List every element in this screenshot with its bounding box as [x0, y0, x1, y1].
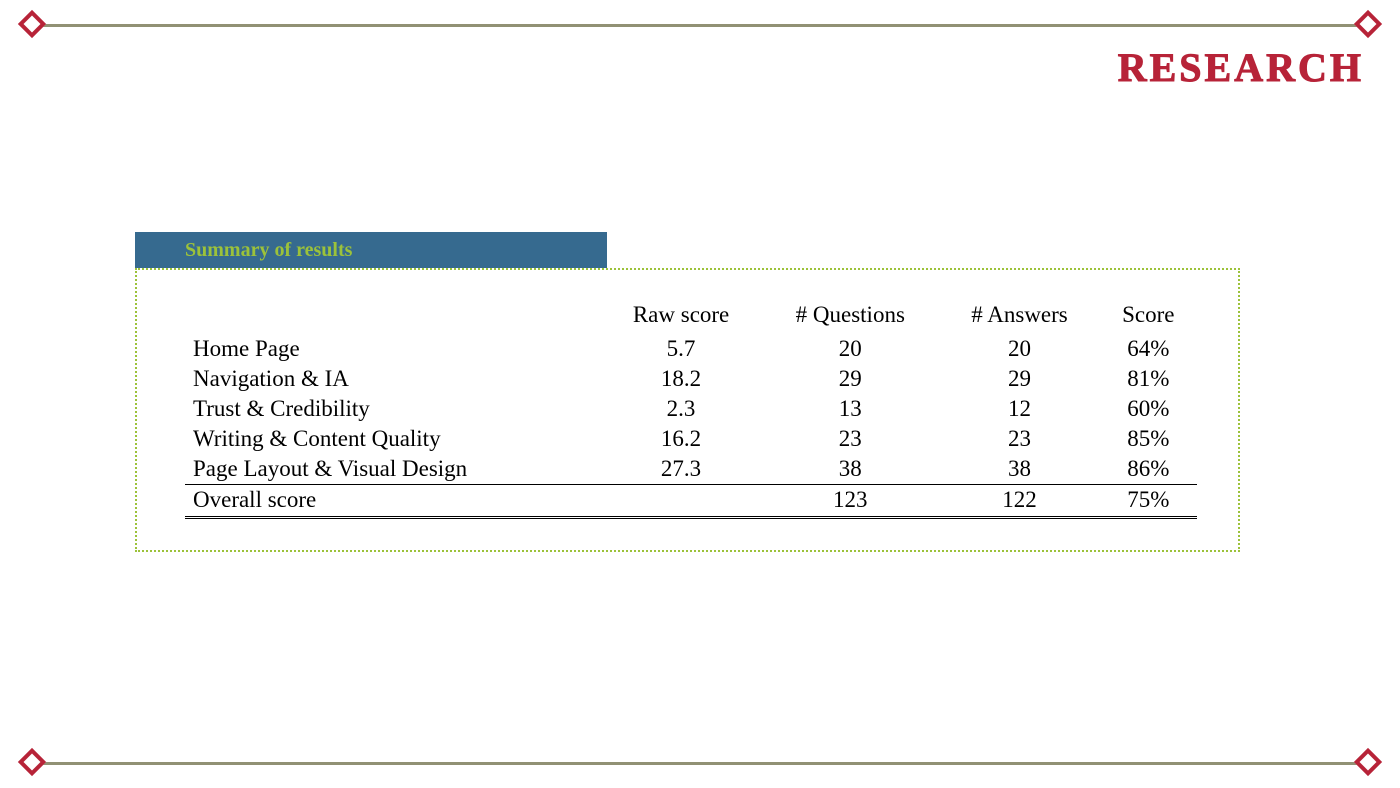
- col-raw-score: Raw score: [601, 300, 761, 334]
- cell-score: 86%: [1100, 454, 1197, 485]
- cell-raw: 5.7: [601, 334, 761, 364]
- cell-questions: 20: [761, 334, 939, 364]
- cell-questions: 23: [761, 424, 939, 454]
- cell-raw: [601, 485, 761, 518]
- diamond-icon: [1354, 748, 1382, 776]
- cell-questions: 123: [761, 485, 939, 518]
- cell-answers: 23: [939, 424, 1099, 454]
- cell-questions: 13: [761, 394, 939, 424]
- cell-label: Home Page: [185, 334, 601, 364]
- page-title: RESEARCH: [1118, 44, 1364, 91]
- cell-raw: 2.3: [601, 394, 761, 424]
- cell-answers: 20: [939, 334, 1099, 364]
- table-row: Page Layout & Visual Design 27.3 38 38 8…: [185, 454, 1197, 485]
- cell-label: Navigation & IA: [185, 364, 601, 394]
- cell-raw: 18.2: [601, 364, 761, 394]
- table-row: Writing & Content Quality 16.2 23 23 85%: [185, 424, 1197, 454]
- diamond-icon: [1354, 10, 1382, 38]
- cell-answers: 122: [939, 485, 1099, 518]
- divider-top: [38, 24, 1362, 27]
- cell-label: Writing & Content Quality: [185, 424, 601, 454]
- table-row: Navigation & IA 18.2 29 29 81%: [185, 364, 1197, 394]
- cell-score: 85%: [1100, 424, 1197, 454]
- cell-score: 64%: [1100, 334, 1197, 364]
- col-questions: # Questions: [761, 300, 939, 334]
- cell-questions: 38: [761, 454, 939, 485]
- cell-answers: 12: [939, 394, 1099, 424]
- cell-label: Trust & Credibility: [185, 394, 601, 424]
- col-score: Score: [1100, 300, 1197, 334]
- cell-label: Overall score: [185, 485, 601, 518]
- cell-raw: 27.3: [601, 454, 761, 485]
- results-table: Raw score # Questions # Answers Score Ho…: [185, 300, 1197, 519]
- cell-questions: 29: [761, 364, 939, 394]
- table-total-row: Overall score 123 122 75%: [185, 485, 1197, 518]
- panel-title: Summary of results: [135, 232, 607, 268]
- cell-score: 75%: [1100, 485, 1197, 518]
- diamond-icon: [18, 10, 46, 38]
- cell-score: 60%: [1100, 394, 1197, 424]
- divider-bottom: [38, 762, 1362, 765]
- cell-score: 81%: [1100, 364, 1197, 394]
- table-row: Trust & Credibility 2.3 13 12 60%: [185, 394, 1197, 424]
- cell-raw: 16.2: [601, 424, 761, 454]
- cell-answers: 29: [939, 364, 1099, 394]
- table-header-row: Raw score # Questions # Answers Score: [185, 300, 1197, 334]
- diamond-icon: [18, 748, 46, 776]
- table-row: Home Page 5.7 20 20 64%: [185, 334, 1197, 364]
- cell-answers: 38: [939, 454, 1099, 485]
- cell-label: Page Layout & Visual Design: [185, 454, 601, 485]
- col-answers: # Answers: [939, 300, 1099, 334]
- col-label: [185, 300, 601, 334]
